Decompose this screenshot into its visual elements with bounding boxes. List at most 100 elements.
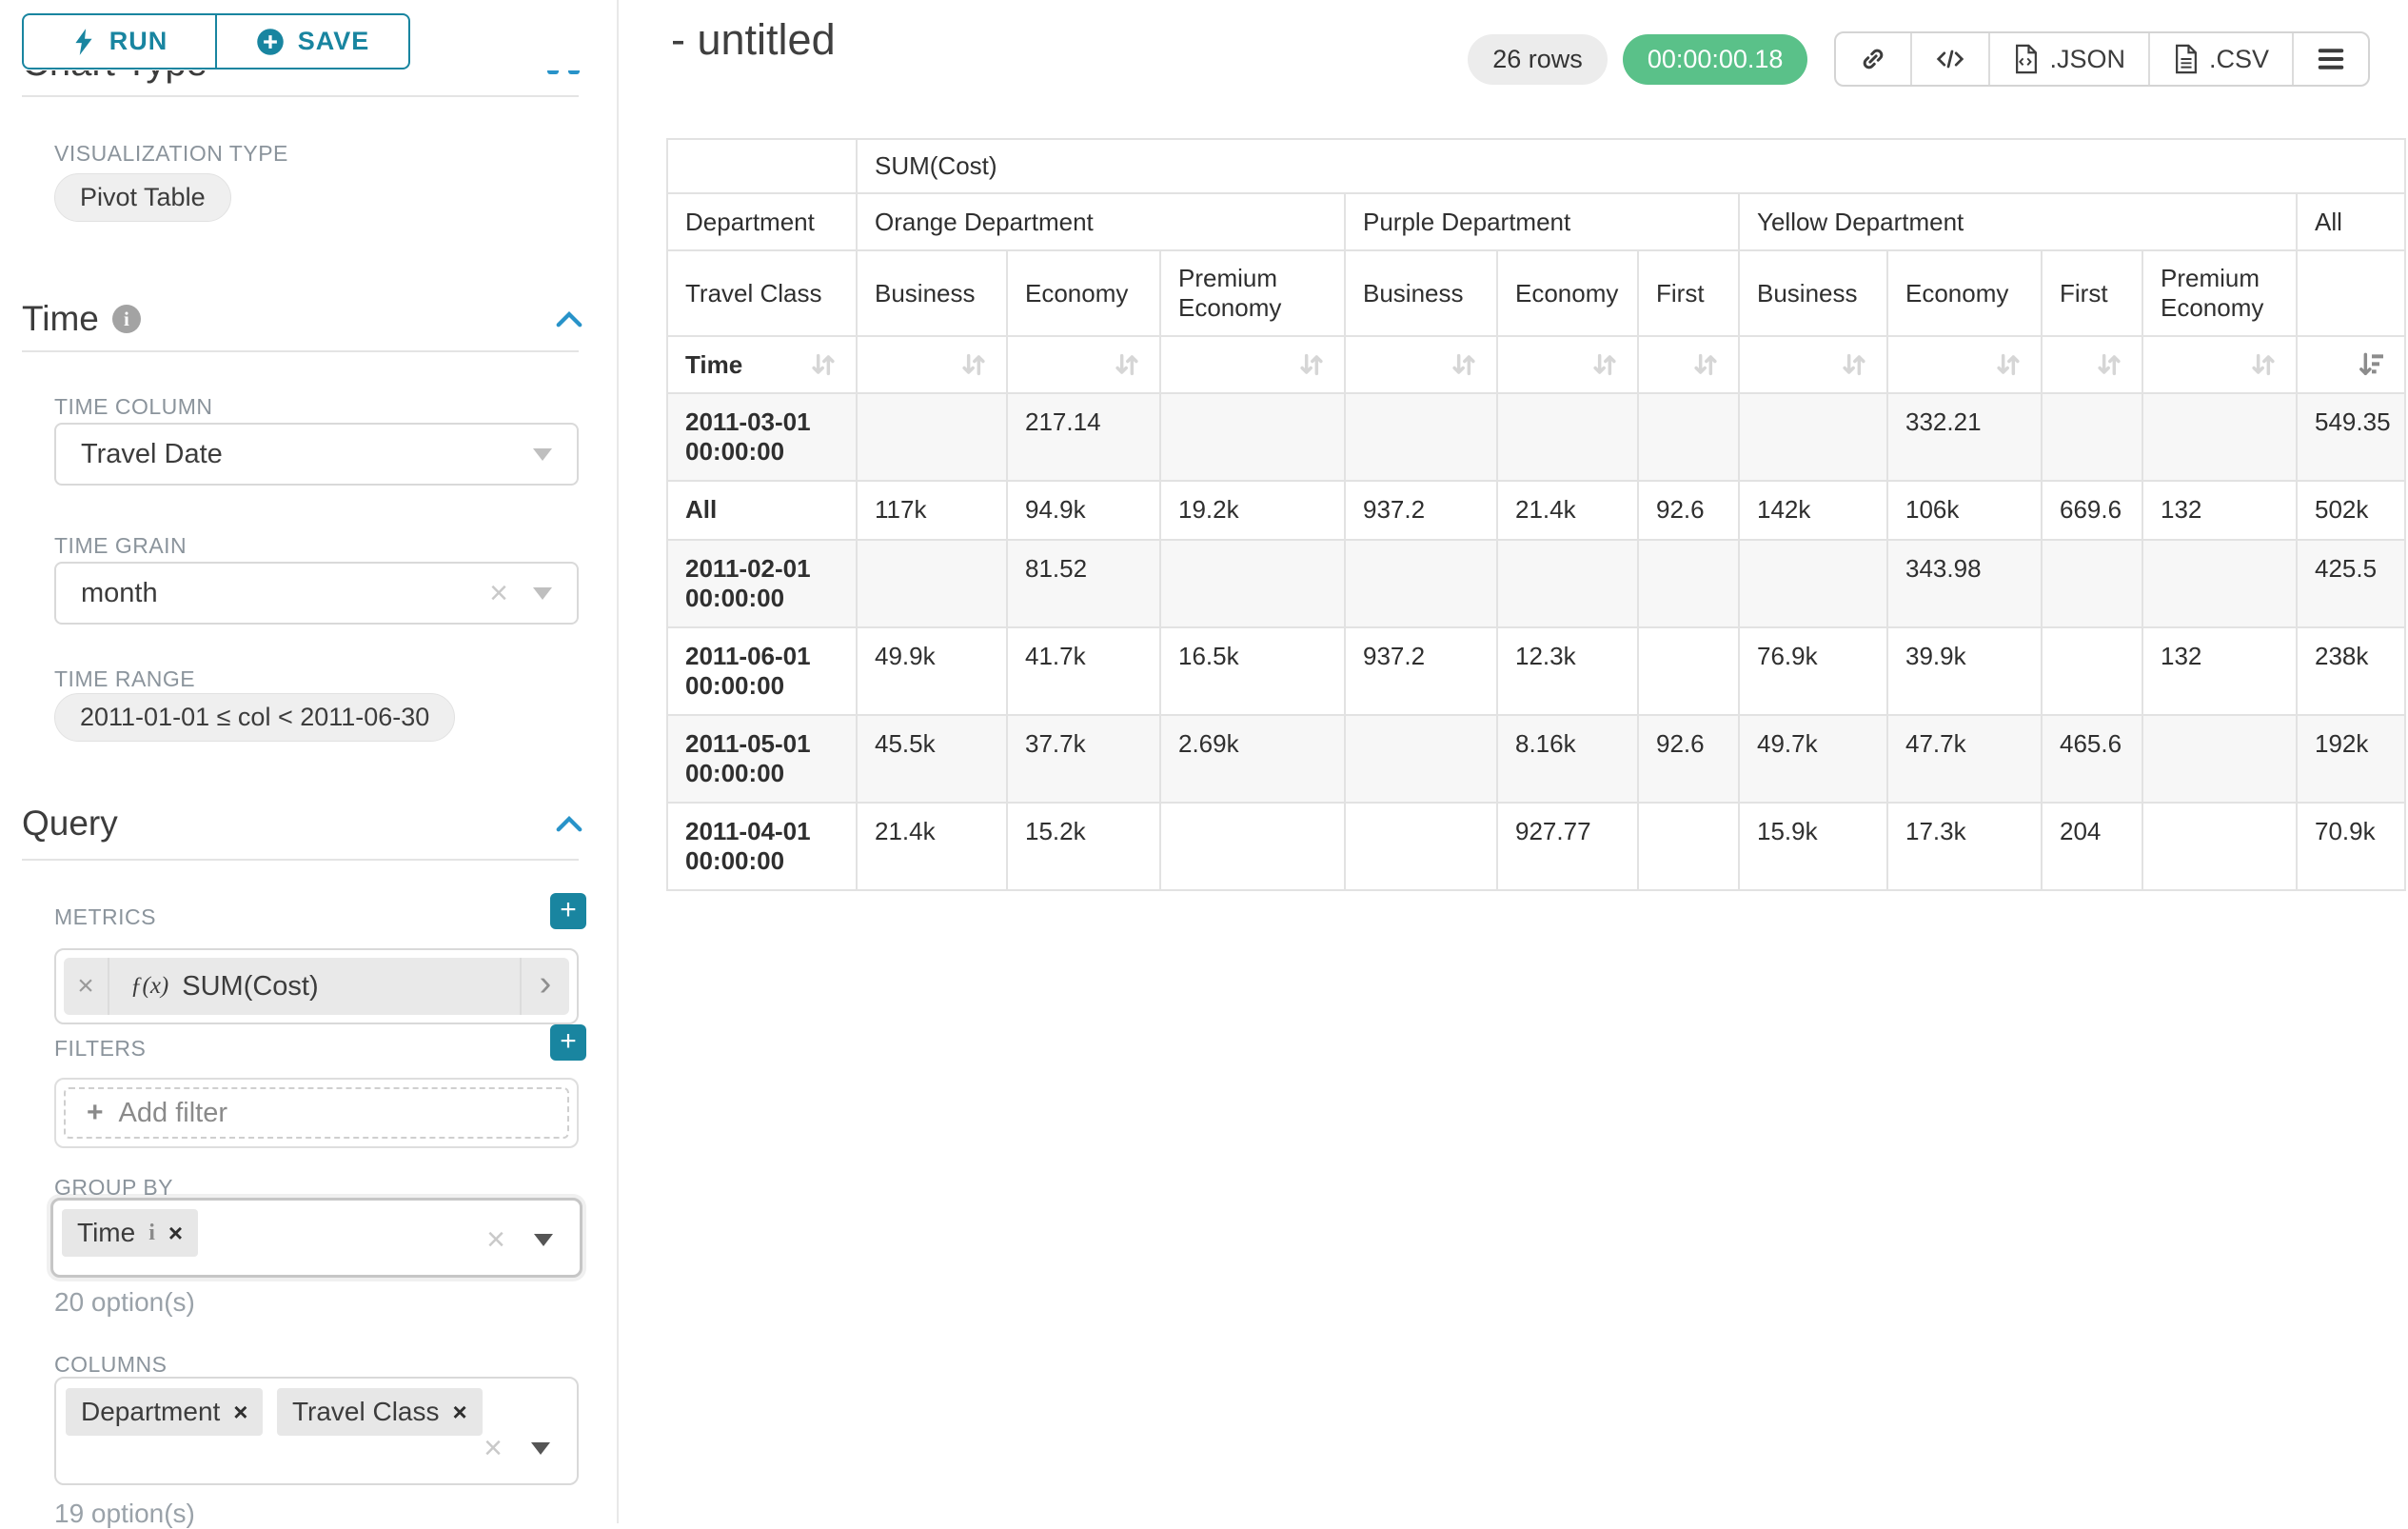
menu-button[interactable] bbox=[2292, 33, 2368, 85]
column-sorter-cell[interactable] bbox=[1346, 337, 1496, 392]
divider bbox=[22, 95, 579, 97]
column-groups-row: DepartmentOrange DepartmentPurple Depart… bbox=[668, 194, 2404, 249]
row-dim-sorter-cell[interactable]: Time bbox=[668, 337, 856, 392]
sort-icon bbox=[1296, 349, 1327, 380]
remove-chip-icon[interactable]: × bbox=[452, 1398, 466, 1427]
row-label-cell: 2011-05-01 00:00:00 bbox=[668, 716, 856, 802]
column-sorter-cell[interactable] bbox=[1639, 337, 1738, 392]
row-label-cell: All bbox=[668, 482, 856, 539]
columns-chip-department[interactable]: Department × bbox=[66, 1388, 263, 1436]
add-filter-dropzone[interactable]: + Add filter bbox=[64, 1087, 569, 1139]
chevron-up-icon[interactable] bbox=[555, 308, 583, 329]
column-sorter-cell[interactable] bbox=[2298, 337, 2404, 392]
metrics-container: × ƒ(x) SUM(Cost) › bbox=[54, 948, 579, 1024]
clear-icon[interactable]: × bbox=[484, 1432, 503, 1464]
pivot-value-cell: 132 bbox=[2143, 482, 2296, 539]
pivot-value-cell bbox=[1639, 804, 1738, 889]
save-button[interactable]: SAVE bbox=[215, 13, 410, 70]
group-by-select[interactable]: Time i × × bbox=[50, 1198, 582, 1278]
query-timer-badge: 00:00:00.18 bbox=[1623, 34, 1808, 85]
embed-code-button[interactable] bbox=[1910, 33, 1988, 85]
column-sorter-cell[interactable] bbox=[1008, 337, 1159, 392]
column-sorter-cell[interactable] bbox=[1498, 337, 1637, 392]
group-by-chip-time[interactable]: Time i × bbox=[62, 1209, 198, 1257]
sub-column-header-cell: Economy bbox=[1498, 251, 1637, 335]
query-section-header[interactable]: Query bbox=[22, 804, 583, 844]
pivot-value-cell: 92.6 bbox=[1639, 716, 1738, 802]
pivot-value-cell: 927.77 bbox=[1498, 804, 1637, 889]
export-toolbar: .JSON .CSV bbox=[1834, 31, 2370, 87]
pivot-value-cell bbox=[1639, 394, 1738, 480]
pivot-value-cell bbox=[1346, 394, 1496, 480]
add-metric-button[interactable]: + bbox=[550, 893, 586, 929]
add-filter-button[interactable]: + bbox=[550, 1024, 586, 1061]
time-range-pill[interactable]: 2011-01-01 ≤ col < 2011-06-30 bbox=[54, 693, 455, 742]
chart-title[interactable]: - untitled bbox=[671, 15, 836, 65]
pivot-value-cell bbox=[1740, 541, 1886, 626]
sort-icon bbox=[2248, 349, 2279, 380]
pivot-value-cell: 669.6 bbox=[2043, 482, 2142, 539]
sort-icon bbox=[1589, 349, 1620, 380]
column-sorter-cell[interactable] bbox=[858, 337, 1006, 392]
export-json-button[interactable]: .JSON bbox=[1988, 33, 2148, 85]
pivot-value-cell: 37.7k bbox=[1008, 716, 1159, 802]
sub-column-header-cell: Premium Economy bbox=[1161, 251, 1344, 335]
time-grain-select[interactable]: month × bbox=[54, 562, 579, 625]
code-icon bbox=[1935, 45, 1965, 73]
column-sorter-cell[interactable] bbox=[1740, 337, 1886, 392]
viz-type-pill[interactable]: Pivot Table bbox=[54, 173, 231, 222]
metrics-label: METRICS bbox=[54, 904, 156, 930]
pivot-value-cell: 142k bbox=[1740, 482, 1886, 539]
run-button[interactable]: RUN bbox=[22, 13, 217, 70]
sort-icon bbox=[1839, 349, 1869, 380]
control-panel: Chart Type RUN SAVE VISUALIZATION TYPE P… bbox=[0, 0, 619, 1523]
time-column-select[interactable]: Travel Date bbox=[54, 423, 579, 486]
file-code-icon bbox=[2013, 44, 2040, 74]
info-icon[interactable]: i bbox=[112, 305, 141, 333]
chevron-down-icon bbox=[533, 448, 552, 461]
pivot-value-cell bbox=[1346, 541, 1496, 626]
clear-icon[interactable]: × bbox=[489, 577, 508, 609]
column-sorter-cell[interactable] bbox=[1161, 337, 1344, 392]
plus-circle-icon bbox=[256, 28, 285, 56]
metric-chip[interactable]: × ƒ(x) SUM(Cost) › bbox=[64, 958, 569, 1015]
share-link-button[interactable] bbox=[1836, 33, 1910, 85]
clear-icon[interactable]: × bbox=[486, 1223, 505, 1256]
remove-metric-icon[interactable]: × bbox=[64, 958, 109, 1015]
time-grain-value: month bbox=[81, 578, 158, 609]
remove-chip-icon[interactable]: × bbox=[168, 1219, 183, 1248]
column-sorter-cell[interactable] bbox=[2043, 337, 2142, 392]
sort-icon bbox=[808, 349, 839, 380]
time-section-header[interactable]: Time i bbox=[22, 299, 583, 339]
pivot-value-cell: 45.5k bbox=[858, 716, 1006, 802]
column-sorter-cell[interactable] bbox=[1888, 337, 2041, 392]
col-dim-label-cell: Department bbox=[668, 194, 856, 249]
pivot-value-cell: 238k bbox=[2298, 628, 2404, 714]
pivot-value-cell bbox=[2143, 804, 2296, 889]
pivot-value-cell: 549.35 bbox=[2298, 394, 2404, 480]
columns-chip-travel-class[interactable]: Travel Class × bbox=[277, 1388, 483, 1436]
columns-select[interactable]: Department × Travel Class × × bbox=[54, 1377, 579, 1485]
sub-column-header-cell: First bbox=[2043, 251, 2142, 335]
chevron-right-icon[interactable]: › bbox=[520, 958, 569, 1015]
column-sorter-cell[interactable] bbox=[2143, 337, 2296, 392]
pivot-value-cell: 41.7k bbox=[1008, 628, 1159, 714]
export-csv-button[interactable]: .CSV bbox=[2148, 33, 2292, 85]
sub-column-header-cell: First bbox=[1639, 251, 1738, 335]
sort-icon bbox=[1690, 349, 1721, 380]
sort-icon bbox=[1112, 349, 1142, 380]
row-label-cell: 2011-03-01 00:00:00 bbox=[668, 394, 856, 480]
chevron-up-icon[interactable] bbox=[555, 813, 583, 834]
pivot-value-cell: 49.7k bbox=[1740, 716, 1886, 802]
pivot-value-cell: 70.9k bbox=[2298, 804, 2404, 889]
remove-chip-icon[interactable]: × bbox=[233, 1398, 247, 1427]
pivot-value-cell bbox=[858, 394, 1006, 480]
pivot-value-cell bbox=[2043, 394, 2142, 480]
info-icon[interactable]: i bbox=[148, 1221, 155, 1246]
run-save-button-group: RUN SAVE bbox=[22, 13, 410, 70]
metric-header-cell: SUM(Cost) bbox=[858, 140, 2404, 192]
group-by-options-hint: 20 option(s) bbox=[54, 1287, 195, 1318]
sort-icon bbox=[2094, 349, 2124, 380]
pivot-value-cell: 132 bbox=[2143, 628, 2296, 714]
pivot-value-cell: 49.9k bbox=[858, 628, 1006, 714]
